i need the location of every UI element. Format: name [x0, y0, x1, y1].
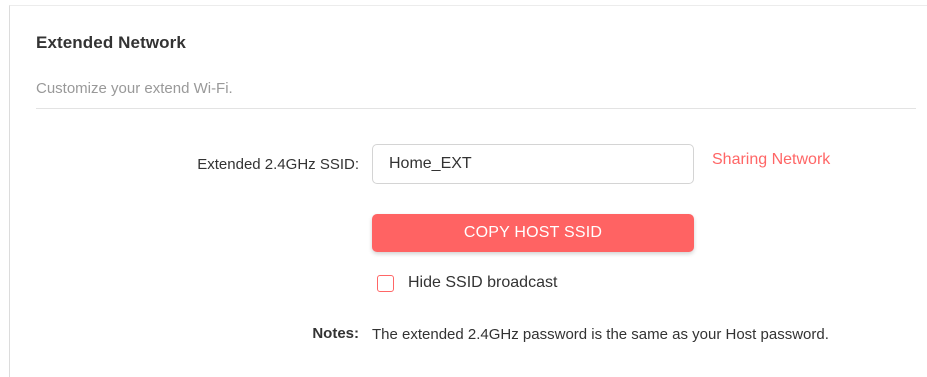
copy-host-ssid-button[interactable]: COPY HOST SSID [372, 214, 694, 252]
hide-ssid-checkbox[interactable] [377, 274, 394, 292]
notes-label: Notes: [312, 325, 359, 342]
hide-ssid-broadcast-option[interactable]: Hide SSID broadcast [377, 273, 557, 293]
ssid-input[interactable] [372, 144, 694, 184]
hide-ssid-label: Hide SSID broadcast [408, 274, 558, 291]
extended-network-panel: Extended Network Customize your extend W… [9, 5, 927, 377]
sharing-network-link[interactable]: Sharing Network [712, 151, 830, 169]
section-title: Extended Network [36, 33, 186, 52]
section-divider [36, 108, 916, 109]
notes-text: The extended 2.4GHz password is the same… [372, 326, 829, 343]
ssid-label: Extended 2.4GHz SSID: [197, 156, 359, 173]
section-subtitle: Customize your extend Wi-Fi. [36, 80, 233, 97]
